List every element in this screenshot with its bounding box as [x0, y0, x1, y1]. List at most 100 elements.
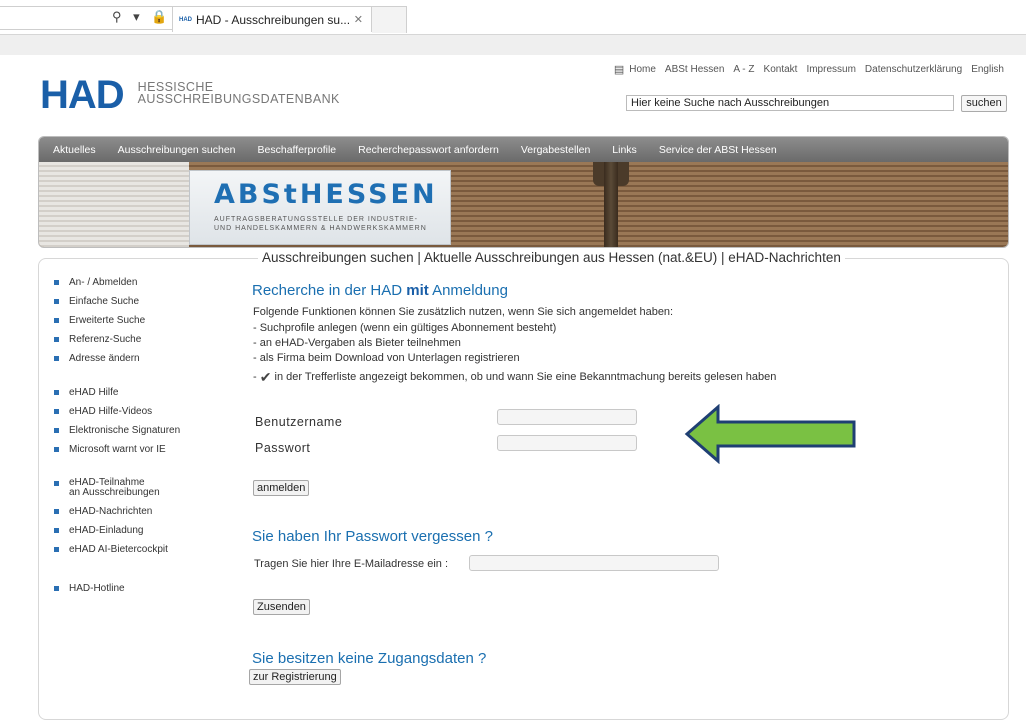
login-button[interactable]: anmelden: [253, 480, 310, 496]
bullet-icon: [54, 547, 59, 552]
sidebar-item-anmelden[interactable]: An- / Abmelden: [48, 277, 228, 296]
sidebar-item-ehad-nachrichten[interactable]: eHAD-Nachrichten: [48, 506, 228, 525]
sidebar-item-label: Adresse ändern: [69, 353, 140, 364]
sidebar-item-ehad-hilfe[interactable]: eHAD Hilfe: [48, 387, 228, 406]
top-link-home[interactable]: Home: [629, 64, 656, 75]
sidebar-label-line2: an Ausschreibungen: [69, 487, 160, 498]
favicon-icon: HAD: [179, 16, 192, 23]
password-field[interactable]: [497, 435, 637, 451]
sidebar-item-microsoft-ie[interactable]: Microsoft warnt vor IE: [48, 444, 228, 463]
sidebar-item-label: Einfache Suche: [69, 296, 140, 307]
sidebar-item-label: eHAD-Nachrichten: [69, 506, 153, 517]
sidebar-item-ehad-einladung[interactable]: eHAD-Einladung: [48, 525, 228, 544]
top-link-az[interactable]: A - Z: [733, 64, 754, 75]
line-text: in der Trefferliste angezeigt bekommen, …: [271, 371, 777, 383]
sidebar-item-hotline[interactable]: HAD-Hotline: [48, 583, 228, 602]
page-subtitle: Ausschreibungen suchen | Aktuelle Aussch…: [258, 250, 845, 265]
top-link-kontakt[interactable]: Kontakt: [764, 64, 798, 75]
logo-subtitle: HESSISCHE AUSSCHREIBUNGSDATENBANK: [137, 81, 340, 106]
no-access-heading: Sie besitzen keine Zugangsdaten ?: [252, 650, 487, 667]
arrow-left-icon: [684, 404, 856, 464]
close-icon[interactable]: ✕: [354, 13, 363, 26]
bullet-icon: [54, 481, 59, 486]
nav-vergabestellen[interactable]: Vergabestellen: [521, 144, 590, 156]
browser-strip: [0, 35, 1026, 55]
sidebar-item-label: Microsoft warnt vor IE: [69, 444, 166, 455]
nav-ausschreibungen-suchen[interactable]: Ausschreibungen suchen: [118, 144, 236, 156]
username-field[interactable]: [497, 409, 637, 425]
nav-beschafferprofile[interactable]: Beschafferprofile: [258, 144, 337, 156]
sidebar-item-hilfe-videos[interactable]: eHAD Hilfe-Videos: [48, 406, 228, 425]
sidebar-item-referenz-suche[interactable]: Referenz-Suche: [48, 334, 228, 353]
address-bar-icons[interactable]: ⚲ ▾ 🔒: [112, 9, 171, 25]
home-icon: ▤: [613, 64, 625, 76]
password-label: Passwort: [255, 441, 311, 455]
bullet-icon: [54, 356, 59, 361]
sidebar-item-ehad-teilnahme[interactable]: eHAD-Teilnahme an Ausschreibungen: [48, 478, 228, 506]
banner-image: ABStHESSEN AUFTRAGSBERATUNGSSTELLE DER I…: [39, 162, 1008, 247]
register-button[interactable]: zur Registrierung: [249, 669, 341, 685]
nav-service[interactable]: Service der ABSt Hessen: [659, 144, 777, 156]
sidebar-item-label: HAD-Hotline: [69, 583, 125, 594]
line-prefix: -: [253, 371, 260, 383]
feature-line-check: - ✔ in der Trefferliste angezeigt bekomm…: [253, 370, 776, 385]
banner-sign-title: ABStHESSEN: [214, 179, 438, 210]
sidebar-item-signaturen[interactable]: Elektronische Signaturen: [48, 425, 228, 444]
site-search-button[interactable]: suchen: [961, 95, 1007, 112]
sidebar-item-label: eHAD-Teilnahme an Ausschreibungen: [69, 478, 160, 498]
top-link-english[interactable]: English: [971, 64, 1004, 75]
bullet-icon: [54, 586, 59, 591]
login-heading: Recherche in der HAD mit Anmeldung: [252, 282, 508, 299]
top-link-impressum[interactable]: Impressum: [806, 64, 855, 75]
sidebar-item-erweiterte-suche[interactable]: Erweiterte Suche: [48, 315, 228, 334]
heading-part: Anmeldung: [428, 282, 508, 299]
banner-sign: ABStHESSEN AUFTRAGSBERATUNGSSTELLE DER I…: [189, 170, 451, 245]
sidebar-item-label: eHAD-Einladung: [69, 525, 144, 536]
sidebar-item-label: eHAD AI-Bietercockpit: [69, 544, 168, 555]
bullet-icon: [54, 299, 59, 304]
feature-line: - Suchprofile anlegen (wenn ein gültiges…: [253, 322, 557, 334]
site-logo[interactable]: HAD HESSISCHE AUSSCHREIBUNGSDATENBANK: [40, 73, 340, 117]
bullet-icon: [54, 428, 59, 433]
email-field[interactable]: [469, 555, 719, 571]
sidebar-item-label: An- / Abmelden: [69, 277, 138, 288]
header-banner: Aktuelles Ausschreibungen suchen Beschaf…: [38, 136, 1009, 248]
tab-title: HAD - Ausschreibungen su...: [196, 12, 351, 27]
bullet-icon: [54, 280, 59, 285]
bullet-icon: [54, 528, 59, 533]
main-nav: Aktuelles Ausschreibungen suchen Beschaf…: [39, 137, 1008, 162]
top-link-datenschutz[interactable]: Datenschutzerklärung: [865, 64, 962, 75]
username-label: Benutzername: [255, 415, 343, 429]
nav-links[interactable]: Links: [612, 144, 637, 156]
sidebar-item-label: Erweiterte Suche: [69, 315, 146, 326]
checkmark-icon: ✔: [259, 369, 272, 385]
browser-toolbar: ⚲ ▾ 🔒 HAD HAD - Ausschreibungen su... ✕: [0, 0, 1026, 35]
site-search-input[interactable]: Hier keine Suche nach Ausschreibungen: [626, 95, 954, 111]
sidebar-item-bietercockpit[interactable]: eHAD AI-Bietercockpit: [48, 544, 228, 563]
nav-aktuelles[interactable]: Aktuelles: [53, 144, 96, 156]
bullet-icon: [54, 318, 59, 323]
bullet-icon: [54, 390, 59, 395]
top-link-abst[interactable]: ABSt Hessen: [665, 64, 724, 75]
bullet-icon: [54, 409, 59, 414]
sidebar: An- / Abmelden Einfache Suche Erweiterte…: [48, 277, 228, 602]
lamp-post: [604, 162, 618, 247]
logo-line2: AUSSCHREIBUNGSDATENBANK: [137, 92, 340, 106]
bullet-icon: [54, 447, 59, 452]
sidebar-item-label: eHAD Hilfe: [69, 387, 119, 398]
feature-line: - als Firma beim Download von Unterlagen…: [253, 352, 520, 364]
sidebar-item-label: eHAD Hilfe-Videos: [69, 406, 153, 417]
bullet-icon: [54, 337, 59, 342]
send-button[interactable]: Zusenden: [253, 599, 310, 615]
browser-tab[interactable]: HAD HAD - Ausschreibungen su... ✕: [172, 6, 372, 32]
sidebar-item-label: Elektronische Signaturen: [69, 425, 181, 436]
sidebar-item-adresse[interactable]: Adresse ändern: [48, 353, 228, 372]
bullet-icon: [54, 509, 59, 514]
banner-sub-line1: AUFTRAGSBERATUNGSSTELLE DER INDUSTRIE-: [214, 216, 418, 223]
sidebar-item-einfache-suche[interactable]: Einfache Suche: [48, 296, 228, 315]
heading-bold: mit: [406, 282, 429, 299]
nav-recherchepasswort[interactable]: Recherchepasswort anfordern: [358, 144, 499, 156]
logo-had: HAD: [40, 73, 125, 117]
new-tab-button[interactable]: [372, 6, 407, 33]
